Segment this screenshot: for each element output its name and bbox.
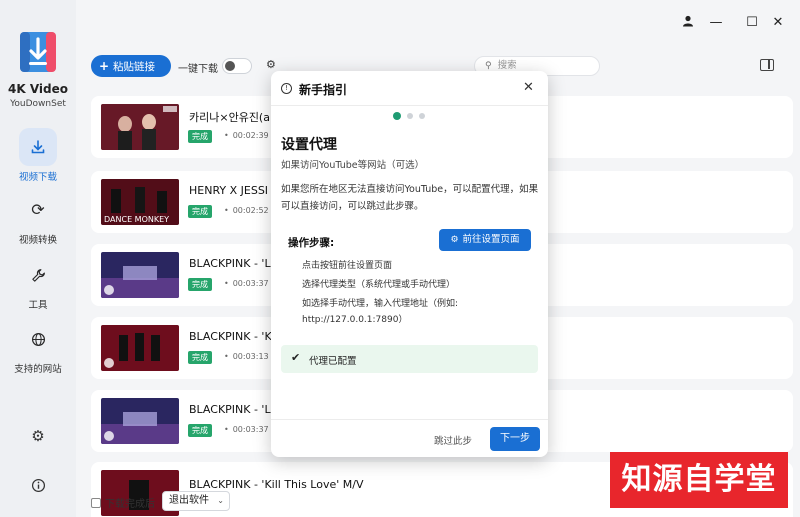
globe-icon [19, 320, 57, 358]
paste-link-button[interactable]: + 粘贴链接 [91, 55, 171, 77]
sidebar: 4K Video YouDownSet 视频下载 ⟳ 视频转换 工具 支持的网站… [0, 0, 76, 517]
divider [271, 105, 548, 106]
plus-icon: + [99, 59, 110, 73]
video-title: 카리나×안유진(a [189, 111, 270, 124]
video-thumbnail [101, 325, 179, 371]
step-indicator [407, 113, 413, 119]
operation-step: 如选择手动代理，输入代理地址（例如: http://127.0.0.1:7890… [302, 299, 459, 325]
operation-steps-label: 操作步骤: [288, 237, 335, 249]
download-settings-icon[interactable]: ⚙ [266, 58, 276, 71]
toggle-knob [225, 61, 235, 71]
close-icon[interactable]: ✕ [523, 80, 534, 95]
sidebar-item-label: 支持的网站 [14, 364, 62, 375]
close-window-icon[interactable]: ✕ [766, 12, 790, 34]
step-description: 如果您所在地区无法直接访问YouTube，可以配置代理，如果可以直接访问，可以跳… [281, 184, 539, 212]
check-icon: ✔ [291, 351, 301, 364]
proxy-status-text: 代理已配置 [309, 356, 357, 367]
minimize-icon[interactable]: — [704, 12, 728, 34]
settings-gear-icon[interactable]: ⚙ [25, 423, 51, 449]
app-logo [20, 32, 56, 72]
operation-step: 选择代理类型（系统代理或手动代理） [302, 280, 456, 290]
refresh-icon: ⟳ [31, 200, 45, 219]
skip-step-button[interactable]: 跳过此步 [434, 433, 472, 447]
sidebar-item-label: 视频转换 [18, 235, 57, 246]
after-download-checkbox[interactable] [91, 498, 101, 508]
maximize-icon[interactable]: ☐ [740, 12, 764, 34]
sidebar-item-supported-sites[interactable]: 支持的网站 [0, 320, 76, 375]
video-title: BLACKPINK - 'Lo [189, 257, 278, 270]
info-icon: ! [281, 83, 292, 94]
watermark-logo: 知源自学堂 [610, 452, 788, 508]
video-duration: • 00:03:37 [224, 425, 269, 434]
dialog-title: 新手指引 [299, 83, 348, 97]
status-badge: 完成 [188, 130, 212, 143]
app-subtitle: YouDownSet [10, 99, 66, 109]
sidebar-item-label: 视频下载 [18, 172, 57, 183]
video-thumbnail [101, 104, 179, 150]
chevron-down-icon: ⌄ [217, 496, 224, 505]
wrench-icon [19, 256, 57, 294]
goto-settings-button[interactable]: ⚙ 前往设置页面 [439, 229, 531, 251]
sidebar-item-video-download[interactable]: 视频下载 [0, 128, 76, 183]
panel-toggle-icon[interactable] [760, 59, 774, 71]
app-title: 4K Video [8, 82, 68, 96]
step-indicator-active [393, 112, 401, 120]
beginner-guide-dialog: ! 新手指引 ✕ 设置代理 如果访问YouTube等网站（可选） 如果您所在地区… [271, 71, 548, 457]
settings-icon: ⚙ [450, 235, 459, 245]
after-download-action-select[interactable]: 退出软件 ⌄ [162, 491, 230, 511]
after-download-option[interactable]: 下载完成后 [91, 495, 155, 510]
search-icon: ⚲ [485, 61, 492, 71]
video-thumbnail [101, 252, 179, 298]
video-duration: • 00:02:39 [224, 131, 269, 140]
sidebar-item-label: 工具 [28, 300, 48, 311]
video-duration: • 00:03:37 [224, 279, 269, 288]
status-badge: 完成 [188, 205, 212, 218]
proxy-status-banner: ✔ 代理已配置 [281, 345, 538, 373]
sidebar-item-video-convert[interactable]: ⟳ 视频转换 [0, 191, 76, 246]
step-subtitle: 如果访问YouTube等网站（可选） [281, 160, 425, 171]
video-duration: • 00:03:13 [224, 352, 269, 361]
one-click-download-label: 一键下载 [178, 64, 218, 75]
video-thumbnail: DANCE MONKEY [101, 179, 179, 225]
sidebar-item-tools[interactable]: 工具 [0, 256, 76, 311]
status-badge: 完成 [188, 351, 212, 364]
step-title: 设置代理 [281, 137, 337, 153]
one-click-download-toggle[interactable] [222, 58, 252, 74]
video-title: BLACKPINK - 'Kill This Love' M/V [189, 478, 364, 491]
video-duration: • 00:02:52 [224, 206, 269, 215]
download-icon [19, 128, 57, 166]
next-step-button[interactable]: 下一步 [490, 427, 540, 451]
status-badge: 完成 [188, 278, 212, 291]
video-title: BLACKPINK - 'Lo [189, 403, 278, 416]
divider [271, 419, 548, 420]
status-badge: 完成 [188, 424, 212, 437]
video-thumbnail [101, 398, 179, 444]
operation-step: 点击按钮前往设置页面 [302, 261, 393, 271]
info-icon[interactable] [25, 472, 51, 498]
step-indicator [419, 113, 425, 119]
account-icon[interactable] [676, 12, 700, 34]
svg-text:DANCE MONKEY: DANCE MONKEY [104, 215, 169, 224]
video-title: BLACKPINK - 'Ki [189, 330, 275, 343]
